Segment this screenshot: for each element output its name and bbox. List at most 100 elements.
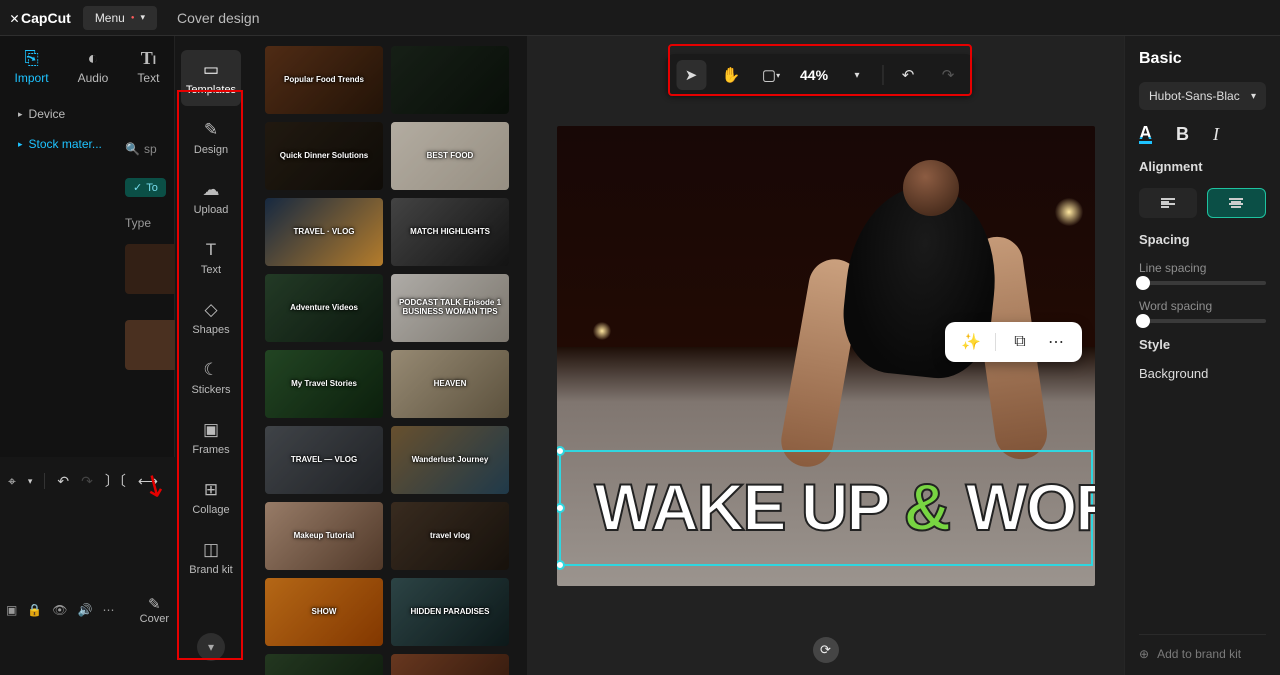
rail-text[interactable]: TText: [181, 230, 241, 286]
split-icon[interactable]: 〕〔: [105, 471, 126, 491]
page-title: Cover design: [177, 10, 260, 26]
align-left-button[interactable]: [1139, 188, 1197, 218]
redo-icon[interactable]: ↷: [933, 60, 963, 90]
line-spacing-slider[interactable]: [1139, 281, 1266, 285]
templates-icon: ▭: [181, 60, 241, 80]
template-grid: Popular Food Trends Quick Dinner Solution…: [247, 36, 527, 675]
timeline-strip: ⌖ ▾ ↶ ↷ 〕〔 ⟷ ▣ 🔒 👁 🔊 ⋯ ✎Cover: [0, 457, 175, 675]
template-thumb[interactable]: [391, 46, 509, 114]
shapes-icon: ◇: [181, 300, 241, 320]
canvas-toolbar: ➤ ✋ ▢▾ 44% ▾ ↶ ↷: [666, 54, 973, 96]
text-selection-box[interactable]: WAKE UP & WOR: [559, 450, 1093, 566]
template-thumb[interactable]: TRAVEL — VLOG: [265, 426, 383, 494]
cursor-tool-icon[interactable]: ⌖: [8, 473, 16, 490]
spacing-label: Spacing: [1139, 232, 1266, 247]
line-spacing-label: Line spacing: [1139, 261, 1266, 275]
canvas-area: ➤ ✋ ▢▾ 44% ▾ ↶ ↷ WAKE UP & WOR: [527, 36, 1124, 675]
cover-button[interactable]: ✎Cover: [140, 595, 169, 625]
zoom-dropdown-icon[interactable]: ▾: [842, 60, 872, 90]
tab-import[interactable]: ⎘Import: [15, 48, 49, 85]
template-thumb[interactable]: BEST FOOD: [391, 122, 509, 190]
text-icon: T: [181, 240, 241, 260]
stickers-icon: ☾: [181, 360, 241, 380]
filter-tag-peek[interactable]: ✓ To: [125, 178, 179, 197]
undo-icon[interactable]: ↶: [57, 473, 69, 490]
template-thumb[interactable]: Quick Dinner Solutions: [265, 122, 383, 190]
template-thumb[interactable]: MATCH HIGHLIGHTS: [391, 198, 509, 266]
hand-tool-icon[interactable]: ✋: [716, 60, 746, 90]
import-panel: ⎘Import ◐Audio TIText ▸Device ▸Stock mat…: [0, 36, 175, 675]
app-logo: ✕CapCut: [10, 9, 71, 27]
media-thumb-peek[interactable]: [125, 244, 179, 314]
menu-button[interactable]: Menu●▾: [83, 6, 157, 30]
template-thumb[interactable]: hidden paradises: [265, 654, 383, 675]
brandkit-icon: ⊕: [1139, 647, 1149, 661]
design-icon: ✎: [181, 120, 241, 140]
collage-icon: ⊞: [181, 480, 241, 500]
nav-device[interactable]: ▸Device: [0, 99, 174, 129]
more-icon[interactable]: ⋯: [1044, 330, 1068, 354]
brandkit-icon: ◫: [181, 540, 241, 560]
cover-headline[interactable]: WAKE UP & WOR: [595, 469, 1095, 545]
template-thumb[interactable]: [391, 654, 509, 675]
type-label: Type: [125, 216, 179, 230]
background-label: Background: [1139, 366, 1266, 381]
crop-tool-icon[interactable]: ▢▾: [756, 60, 786, 90]
word-spacing-label: Word spacing: [1139, 299, 1266, 313]
italic-button[interactable]: I: [1213, 124, 1219, 145]
tab-audio[interactable]: ◐Audio: [78, 48, 109, 85]
mute-icon[interactable]: 🔊: [78, 603, 93, 617]
word-spacing-slider[interactable]: [1139, 319, 1266, 323]
template-thumb[interactable]: travel vlog: [391, 502, 509, 570]
template-thumb[interactable]: Makeup Tutorial: [265, 502, 383, 570]
rail-shapes[interactable]: ◇Shapes: [181, 290, 241, 346]
rail-templates[interactable]: ▭Templates: [181, 50, 241, 106]
template-thumb[interactable]: SHOW: [265, 578, 383, 646]
reset-icon[interactable]: ⟳: [813, 637, 839, 663]
magic-icon[interactable]: ✨: [959, 330, 983, 354]
template-thumb[interactable]: Wanderlust Journey: [391, 426, 509, 494]
panel-heading: Basic: [1139, 50, 1266, 68]
template-thumb[interactable]: HIDDEN PARADISES: [391, 578, 509, 646]
search-input-peek[interactable]: 🔍 sp: [125, 142, 179, 156]
properties-panel: Basic Hubot-Sans-Blac▾ A B I Alignment S…: [1124, 36, 1280, 675]
chevron-down-icon[interactable]: ▾: [28, 476, 33, 487]
select-tool-icon[interactable]: ➤: [676, 60, 706, 90]
rail-design[interactable]: ✎Design: [181, 110, 241, 166]
light-flare: [593, 322, 611, 340]
tab-text[interactable]: TIText: [137, 48, 159, 85]
template-thumb[interactable]: TRAVEL · VLOG: [265, 198, 383, 266]
template-thumb[interactable]: PODCAST TALK Episode 1 BUSINESS WOMAN TI…: [391, 274, 509, 342]
cursor-pos-icon[interactable]: ⟷: [138, 473, 158, 490]
zoom-level[interactable]: 44%: [796, 67, 832, 83]
frames-icon: ▣: [181, 420, 241, 440]
aspect-icon[interactable]: ▣: [6, 603, 17, 617]
text-color-button[interactable]: A: [1139, 125, 1152, 144]
add-to-brand-kit[interactable]: ⊕Add to brand kit: [1139, 634, 1266, 675]
font-select[interactable]: Hubot-Sans-Blac▾: [1139, 82, 1266, 110]
style-label: Style: [1139, 337, 1266, 352]
rail-upload[interactable]: ☁Upload: [181, 170, 241, 226]
undo-icon[interactable]: ↶: [893, 60, 923, 90]
rail-brand-kit[interactable]: ◫Brand kit: [181, 530, 241, 586]
alignment-label: Alignment: [1139, 159, 1266, 174]
floating-text-toolbar: ✨ ⧉ ⋯: [945, 322, 1082, 362]
upload-icon: ☁: [181, 180, 241, 200]
template-thumb[interactable]: Popular Food Trends: [265, 46, 383, 114]
template-thumb[interactable]: My Travel Stories: [265, 350, 383, 418]
tool-rail: ▭Templates ✎Design ☁Upload TText ◇Shapes…: [175, 36, 247, 675]
rail-collage[interactable]: ⊞Collage: [181, 470, 241, 526]
media-thumb-peek[interactable]: [125, 320, 179, 390]
rail-stickers[interactable]: ☾Stickers: [181, 350, 241, 406]
redo-icon[interactable]: ↷: [81, 473, 93, 490]
rail-frames[interactable]: ▣Frames: [181, 410, 241, 466]
align-center-button[interactable]: [1207, 188, 1267, 218]
template-thumb[interactable]: Adventure Videos: [265, 274, 383, 342]
rail-more[interactable]: ▾: [197, 633, 225, 661]
lock-icon[interactable]: 🔒: [27, 603, 42, 617]
template-thumb[interactable]: HEAVEN: [391, 350, 509, 418]
more-icon[interactable]: ⋯: [102, 603, 114, 617]
duplicate-icon[interactable]: ⧉: [1008, 330, 1032, 354]
bold-button[interactable]: B: [1176, 124, 1189, 145]
eye-icon[interactable]: 👁: [52, 603, 67, 617]
